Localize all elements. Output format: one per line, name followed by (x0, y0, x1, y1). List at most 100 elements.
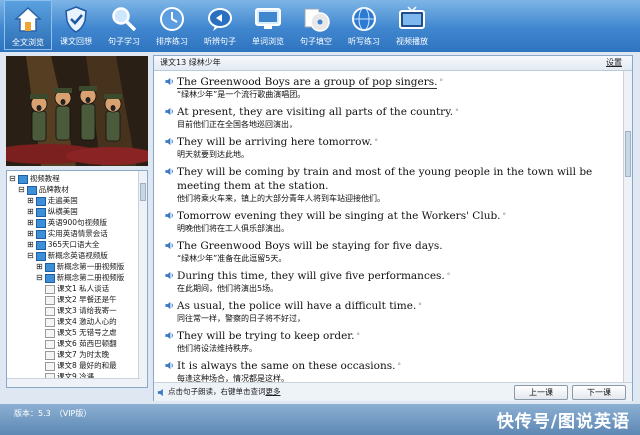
english-sentence[interactable]: They will be coming by train and most of… (177, 165, 614, 193)
sentence-item[interactable]: During this time, they will give five pe… (164, 269, 614, 295)
speaker-icon[interactable] (164, 137, 174, 146)
speaker-icon[interactable] (164, 241, 174, 250)
sentence-item[interactable]: At present, they are visiting all parts … (164, 105, 614, 131)
tab-recall[interactable]: 课文回想 (52, 0, 100, 50)
speaker-icon[interactable] (164, 107, 174, 116)
sentence-list[interactable]: The Greenwood Boys are a group of pop si… (154, 71, 624, 382)
tree-item[interactable]: ⊟ 品牌教材 (18, 184, 69, 195)
speaker-icon[interactable] (164, 361, 174, 370)
speaker-icon[interactable] (164, 77, 174, 86)
tree-item[interactable]: ⊞ 走遍美国 (27, 195, 78, 206)
tree-item-label: 新概念第二册视频版 (56, 273, 125, 282)
tree-item[interactable]: 课文5 无错号之虐 (45, 327, 117, 338)
tab-full-text[interactable]: 全文浏览 (4, 0, 52, 50)
document-icon (45, 317, 55, 327)
sentence-item[interactable]: The Greenwood Boys are a group of pop si… (164, 75, 614, 101)
expand-icon[interactable]: ⊞ (27, 207, 34, 216)
tab-sentence-study[interactable]: 句子学习 (100, 0, 148, 50)
folder-icon (35, 251, 46, 261)
expand-icon[interactable]: ⊞ (27, 229, 34, 238)
video-player[interactable] (6, 56, 148, 166)
document-icon (45, 361, 55, 371)
lesson-panel: 课文13 绿林少年 设置 The Greenwood Boys are a gr… (153, 55, 633, 401)
vertical-scrollbar[interactable] (623, 71, 632, 382)
english-text: Tomorrow evening they will be singing at… (177, 210, 501, 222)
tab-video-play[interactable]: 视频播放 (388, 0, 436, 50)
tree-item-label: 课文1 私人谈话 (57, 284, 110, 293)
sentence-item[interactable]: The Greenwood Boys will be staying for f… (164, 239, 614, 265)
tab-fill-blank[interactable]: 句子填空 (292, 0, 340, 50)
prev-lesson-button[interactable]: 上一课 (514, 385, 568, 400)
speaker-icon[interactable] (164, 167, 174, 176)
disc-icon (304, 8, 330, 32)
tab-ordering[interactable]: 排序练习 (148, 0, 196, 50)
tree-vertical-scrollbar[interactable] (138, 171, 147, 387)
speaker-icon[interactable] (164, 271, 174, 280)
chinese-translation: 他们将乘火车来，镇上的大部分青年人将到车站迎接他们。 (177, 194, 385, 203)
course-tree[interactable]: ⊟ 视频教程 ⊟ 品牌教材 ⊞ 走遍美国 ⊞ 纵横美国 ⊞ 英语900句视频版 ⊞ 实用英语情景会话 ⊞… (6, 170, 148, 388)
collapse-icon[interactable]: ⊟ (9, 174, 16, 183)
english-sentence[interactable]: During this time, they will give five pe… (177, 269, 614, 283)
monitor-icon (255, 8, 281, 29)
sentence-item[interactable]: Tomorrow evening they will be singing at… (164, 209, 614, 235)
english-sentence[interactable]: It is always the same on these occasions… (177, 359, 614, 373)
tab-label: 听辨句子 (204, 37, 236, 46)
english-sentence[interactable]: They will be trying to keep order. ° (177, 329, 614, 343)
next-lesson-button[interactable]: 下一课 (572, 385, 626, 400)
english-sentence[interactable]: At present, they are visiting all parts … (177, 105, 614, 119)
scrollbar-thumb[interactable] (140, 183, 146, 201)
mark-symbol: ° (397, 362, 401, 370)
tree-item[interactable]: 课文3 请给我寄一 (45, 305, 117, 316)
tree-horizontal-scrollbar[interactable] (7, 378, 140, 387)
tree-item[interactable]: ⊞ 英语900句视频版 (27, 217, 107, 228)
tab-word-browse[interactable]: 单词浏览 (244, 0, 292, 50)
tree-item[interactable]: ⊟ 新概念第二册视频版 (36, 272, 124, 283)
sentence-item[interactable]: They will be coming by train and most of… (164, 165, 614, 205)
lesson-header: 课文13 绿林少年 设置 (154, 56, 632, 71)
expand-icon[interactable]: ⊞ (27, 218, 34, 227)
tab-listen-sentences[interactable]: 听辨句子 (196, 0, 244, 50)
tree-item[interactable]: ⊟ 新概念英语视频版 (27, 250, 108, 261)
speaker-icon[interactable] (164, 331, 174, 340)
tree-item[interactable]: 课文6 茹西巴顿翻 (45, 338, 117, 349)
english-sentence[interactable]: Tomorrow evening they will be singing at… (177, 209, 614, 223)
speaker-icon[interactable] (164, 211, 174, 220)
expand-icon[interactable]: ⊞ (27, 196, 34, 205)
tree-item[interactable]: ⊞ 新概念第一册视频版 (36, 261, 124, 272)
collapse-icon[interactable]: ⊟ (27, 251, 34, 260)
tree-item-label: 新概念第一册视频版 (56, 262, 125, 271)
tree-item-label: 纵横美国 (47, 207, 78, 216)
expand-icon[interactable]: ⊞ (36, 262, 43, 271)
folder-icon (35, 207, 46, 217)
folder-icon (35, 218, 46, 228)
tree-item-label: 品牌教材 (38, 185, 69, 194)
more-link[interactable]: 更多 (266, 387, 281, 396)
scrollbar-thumb[interactable] (625, 131, 631, 177)
speaker-icon[interactable] (164, 301, 174, 310)
english-sentence[interactable]: The Greenwood Boys are a group of pop si… (177, 75, 614, 89)
tree-item[interactable]: ⊞ 实用英语情景会话 (27, 228, 108, 239)
sentence-item[interactable]: As usual, the police will have a difficu… (164, 299, 614, 325)
tree-item[interactable]: ⊟ 视频教程 (9, 173, 60, 184)
english-sentence[interactable]: As usual, the police will have a difficu… (177, 299, 614, 313)
tree-item[interactable]: ⊞ 纵横美国 (27, 206, 78, 217)
settings-link[interactable]: 设置 (606, 56, 622, 70)
sentence-item[interactable]: It is always the same on these occasions… (164, 359, 614, 382)
tree-item[interactable]: 课文4 激动人心的 (45, 316, 117, 327)
tree-item[interactable]: ⊞ 365天口语大全 (27, 239, 100, 250)
tree-item[interactable]: 课文1 私人谈话 (45, 283, 109, 294)
collapse-icon[interactable]: ⊟ (18, 185, 25, 194)
hint-label: 点击句子朗读，右键单击查词 (168, 387, 266, 396)
sentence-item[interactable]: They will be arriving here tomorrow. ° 明天就… (164, 135, 614, 161)
tab-dictation[interactable]: 听写练习 (340, 0, 388, 50)
english-sentence[interactable]: They will be arriving here tomorrow. ° (177, 135, 614, 149)
folder-icon (17, 174, 28, 184)
expand-icon[interactable]: ⊞ (27, 240, 34, 249)
collapse-icon[interactable]: ⊟ (36, 273, 43, 282)
sentence-item[interactable]: They will be trying to keep order. ° 他们将设法… (164, 329, 614, 355)
english-sentence[interactable]: The Greenwood Boys will be staying for f… (177, 239, 614, 253)
tree-item[interactable]: 课文2 早餐还是午 (45, 294, 117, 305)
tree-item[interactable]: 课文7 为时太晚 (45, 349, 109, 360)
mark-symbol: ° (356, 332, 360, 340)
tree-item[interactable]: 课文8 最好的和最 (45, 360, 117, 371)
